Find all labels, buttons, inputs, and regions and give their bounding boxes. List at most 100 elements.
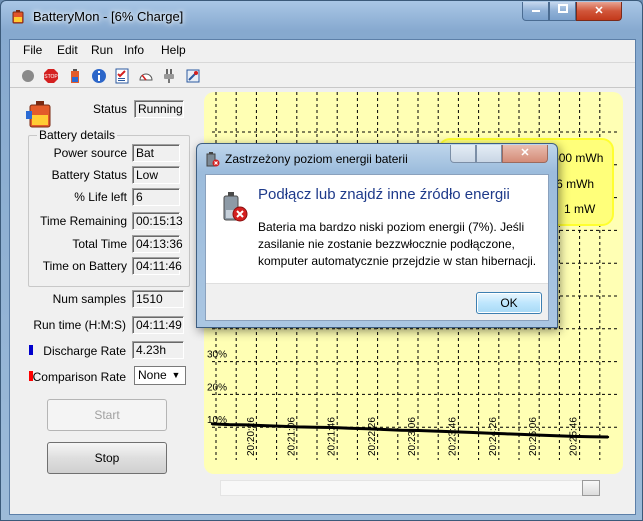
dialog-body-line-1: Bateria ma bardzo niski poziom energii (… (258, 220, 525, 234)
charge-data-point (245, 423, 248, 427)
toolbar-battery-button[interactable] (65, 66, 85, 86)
battery-details-title: Battery details (37, 128, 118, 142)
toolbar-stop-button[interactable]: STOP (41, 66, 61, 86)
comparison-rate-select[interactable]: None ▼ (134, 366, 186, 385)
power-source-label: Power source (53, 146, 127, 160)
charge-data-point (228, 423, 231, 426)
ok-button[interactable]: OK (476, 292, 542, 314)
dialog-minimize-button[interactable] (450, 145, 476, 163)
close-button[interactable]: ✕ (576, 2, 622, 21)
time-remaining-label: Time Remaining (40, 214, 127, 228)
y-tick-label: 30% (207, 350, 227, 361)
run-time-label: Run time (H:M:S) (33, 318, 126, 332)
toolbar-settings-button[interactable] (183, 66, 203, 86)
charge-data-point (331, 426, 334, 429)
plug-icon (164, 69, 174, 83)
charge-data-point (365, 427, 369, 431)
toolbar: STOP (10, 62, 635, 88)
charge-data-point (262, 424, 265, 427)
low-battery-warning-icon (223, 192, 248, 222)
record-icon (22, 70, 34, 82)
batterymon-logo-icon (26, 101, 51, 128)
toolbar-record-button[interactable] (18, 66, 38, 86)
status-label: Status (92, 102, 127, 116)
status-value: Running (134, 100, 184, 118)
toolbar-checklist-button[interactable] (112, 66, 132, 86)
run-time-value: 04:11:49 (132, 316, 184, 334)
power-source-value: Bat (132, 144, 180, 162)
title-bar[interactable]: BatteryMon - [6% Charge] ✕ (1, 1, 642, 31)
settings-icon (186, 69, 200, 83)
menu-bar: File Edit Run Info Help (10, 40, 635, 60)
charge-data-point (451, 430, 455, 433)
minimize-button[interactable] (522, 2, 549, 21)
scrollbar-thumb[interactable] (582, 480, 600, 496)
maximize-icon (557, 4, 568, 13)
menu-help[interactable]: Help (161, 43, 186, 57)
charge-data-point (486, 431, 489, 435)
charge-data-point (314, 426, 317, 429)
y-tick-label: 20% (207, 382, 227, 393)
x-tick-label: 20:21:06 (286, 417, 297, 456)
life-left-value: 6 (132, 188, 180, 206)
charge-data-point (503, 432, 506, 435)
menu-file[interactable]: File (23, 43, 42, 57)
menu-info[interactable]: Info (124, 43, 144, 57)
time-remaining-value: 00:15:13 (132, 212, 183, 230)
battery-status-label: Battery Status (51, 168, 127, 182)
charge-data-point (279, 425, 283, 428)
gauge-icon (139, 73, 153, 81)
dialog-close-button[interactable]: ✕ (502, 145, 548, 163)
x-tick-label: 20:23:46 (448, 417, 459, 456)
discharge-rate-color-swatch (29, 345, 33, 355)
charge-data-point (348, 426, 351, 430)
discharge-rate-value: 4.23h (132, 341, 184, 359)
dialog-body: Podłącz lub znajdź inne źródło energii B… (205, 174, 549, 321)
battery-warning-small-icon (206, 152, 220, 167)
charge-data-point (434, 429, 438, 433)
stop-button[interactable]: Stop (47, 442, 167, 474)
chart-horizontal-scrollbar[interactable] (220, 480, 600, 496)
time-on-battery-label: Time on Battery (42, 259, 127, 273)
charge-data-point (469, 431, 472, 434)
time-on-battery-value: 04:11:46 (132, 257, 182, 275)
close-icon: ✕ (520, 147, 530, 159)
toolbar-plug-button[interactable] (159, 66, 179, 86)
charge-data-point (572, 435, 575, 438)
low-battery-dialog: Zastrzeżony poziom energii baterii ✕ Pod… (196, 143, 558, 328)
menu-edit[interactable]: Edit (57, 43, 78, 57)
dialog-heading: Podłącz lub znajdź inne źródło energii (258, 186, 510, 203)
total-time-value: 04:13:36 (132, 235, 183, 253)
checklist-icon (115, 68, 129, 84)
charge-data-point (537, 433, 541, 437)
charge-data-point (606, 435, 610, 439)
discharge-rate-label: Discharge Rate (43, 344, 126, 358)
comparison-rate-label: Comparison Rate (32, 370, 126, 384)
toolbar-gauge-button[interactable] (136, 66, 156, 86)
toolbar-info-button[interactable] (89, 66, 109, 86)
x-tick-label: 20:23:06 (407, 417, 418, 456)
rate-partial-text: 1 mW (564, 202, 596, 216)
num-samples-value: 1510 (132, 290, 184, 308)
charge-data-point (555, 434, 558, 437)
charge-data-point (417, 429, 420, 432)
window-title: BatteryMon - [6% Charge] (33, 9, 184, 24)
stop-icon: STOP (44, 69, 58, 83)
comparison-rate-value: None (138, 368, 167, 382)
total-time-label: Total Time (72, 237, 127, 251)
charge-data-point (296, 425, 300, 429)
charge-data-point (520, 433, 524, 436)
charge-data-point (382, 428, 386, 431)
dialog-maximize-button[interactable] (476, 145, 502, 163)
x-tick-label: 20:22:26 (367, 417, 378, 456)
maximize-button[interactable] (549, 2, 576, 21)
menu-run[interactable]: Run (91, 43, 113, 57)
dialog-title: Zastrzeżony poziom energii baterii (225, 152, 408, 166)
start-button[interactable]: Start (47, 399, 167, 431)
dialog-body-line-2: zasilanie nie zostanie bezzwłocznie podł… (258, 237, 515, 251)
charge-data-point (210, 422, 214, 426)
chevron-down-icon: ▼ (171, 370, 181, 380)
battery-icon (71, 69, 79, 83)
x-tick-label: 20:20:26 (246, 417, 257, 456)
battery-app-icon (12, 10, 24, 24)
